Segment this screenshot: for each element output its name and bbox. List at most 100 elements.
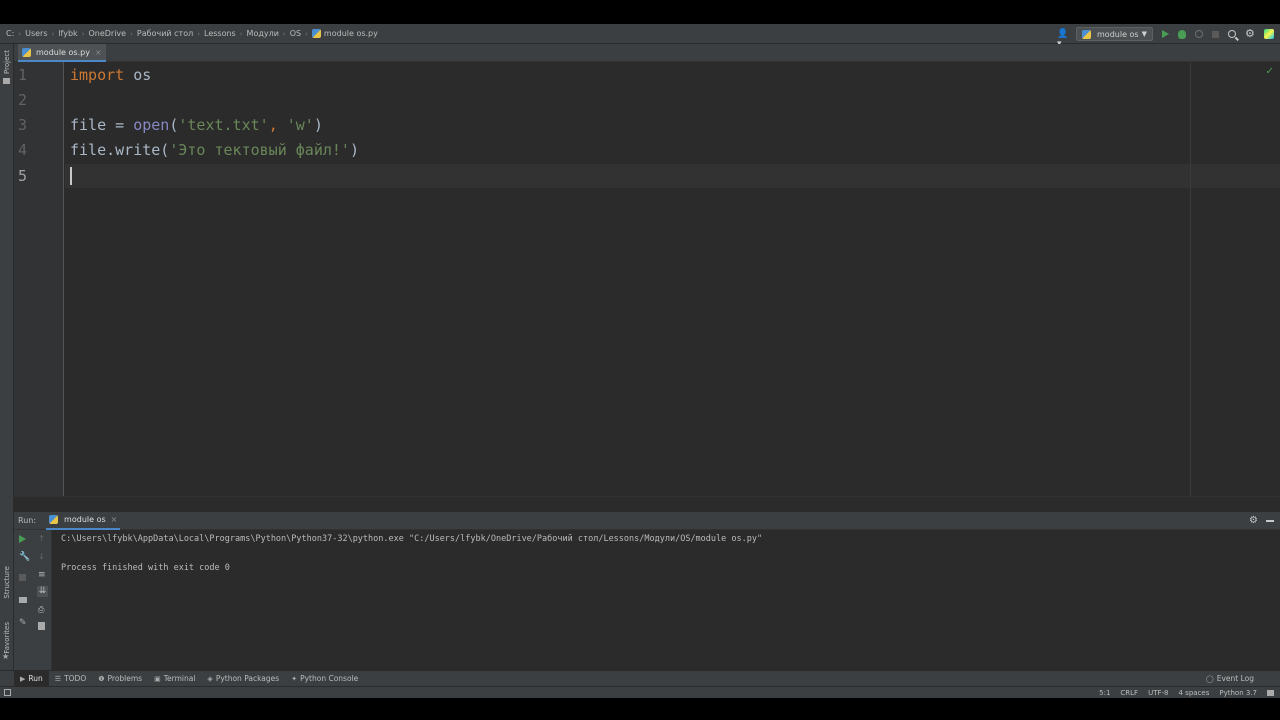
favorites-tool-button[interactable]: Favorites — [3, 622, 11, 654]
python-interpreter[interactable]: Python 3.7 — [1219, 689, 1257, 697]
stop-icon[interactable] — [19, 574, 26, 581]
breadcrumb-item[interactable]: OS — [290, 29, 301, 38]
string-token: 'w' — [286, 116, 314, 134]
pin-icon[interactable]: ✎ — [19, 618, 28, 628]
list-icon: ☰ — [54, 674, 62, 683]
info-icon: ❶ — [98, 674, 105, 683]
wrench-icon[interactable]: 🔧 — [19, 552, 30, 562]
tool-window-python-packages[interactable]: ◈ Python Packages — [201, 671, 285, 687]
tool-window-label: Python Packages — [215, 674, 280, 683]
string-token: 'text.txt' — [178, 116, 269, 134]
line-number: 1 — [18, 66, 28, 84]
python-file-icon — [49, 515, 59, 524]
rerun-icon[interactable] — [19, 535, 26, 543]
structure-tool-button[interactable]: Structure — [3, 566, 11, 599]
breadcrumb-item[interactable]: lfybk — [58, 29, 77, 38]
breadcrumb: C: › Users › lfybk › OneDrive › Рабочий стол… — [0, 29, 378, 38]
lock-icon[interactable] — [1267, 689, 1274, 696]
indent-setting[interactable]: 4 spaces — [1179, 689, 1210, 697]
arrow-down-icon[interactable]: ↓ — [38, 552, 47, 561]
code-token: file.write( — [70, 141, 170, 159]
code-line: import os — [70, 66, 151, 84]
breadcrumb-item[interactable]: Lessons — [204, 29, 236, 38]
python-file-icon — [1082, 29, 1092, 39]
line-number: 5 — [18, 167, 28, 185]
gear-icon[interactable]: ⚙ — [1245, 28, 1255, 39]
tool-window-label: Problems — [107, 674, 143, 683]
top-black-bar — [0, 0, 1280, 24]
python-file-icon — [311, 29, 321, 38]
close-icon[interactable]: × — [95, 48, 102, 57]
tool-window-todo[interactable]: ☰ TODO — [49, 671, 92, 687]
scroll-to-end-icon[interactable]: ⇊ — [37, 586, 48, 597]
status-layout-icon[interactable] — [4, 689, 11, 696]
bottom-black-bar — [0, 698, 1280, 720]
nav-toolbar: 👤▾ module os ▼ ⚙ — [1057, 24, 1274, 49]
run-toolbar-secondary: ↑ ↓ ≡ ⇊ ⎙ — [33, 530, 52, 670]
debug-icon[interactable] — [1178, 29, 1186, 39]
string-token: 'Это тектовый файл!' — [169, 141, 350, 159]
play-icon: ▶ — [20, 674, 26, 683]
line-number-gutter: 1 2 3 4 5 — [14, 62, 64, 496]
tab-module-os[interactable]: module os.py × — [18, 44, 106, 62]
chevron-down-icon: ▼ — [1141, 30, 1147, 38]
tool-window-problems[interactable]: ❶ Problems — [92, 671, 148, 687]
line-number: 2 — [18, 91, 28, 109]
console-output-line: Process finished with exit code 0 — [61, 563, 230, 573]
arrow-up-icon[interactable]: ↑ — [38, 534, 47, 543]
tool-window-label: TODO — [64, 674, 87, 683]
breadcrumb-separator: › — [81, 29, 85, 38]
coverage-icon[interactable] — [1195, 30, 1203, 38]
code-token: ) — [349, 141, 359, 159]
run-icon[interactable] — [1162, 30, 1169, 38]
breadcrumb-separator: › — [51, 29, 55, 38]
tool-window-terminal[interactable]: ▣ Terminal — [148, 671, 201, 687]
breadcrumb-separator: › — [239, 29, 243, 38]
python-icon: ✦ — [291, 674, 298, 683]
breadcrumb-item-file[interactable]: module os.py — [311, 29, 378, 38]
breadcrumb-separator: › — [282, 29, 286, 38]
python-file-icon — [22, 47, 31, 57]
line-separator[interactable]: CRLF — [1120, 689, 1138, 697]
event-log-button[interactable]: ◯ Event Log — [1200, 671, 1260, 687]
packages-icon: ◈ — [207, 674, 213, 683]
breadcrumb-item[interactable]: Модули — [247, 29, 279, 38]
tool-window-run[interactable]: ▶ Run — [14, 670, 49, 687]
line-number: 3 — [18, 116, 28, 134]
run-config-selector[interactable]: module os ▼ — [1076, 27, 1153, 41]
layout-icon[interactable] — [19, 597, 27, 603]
terminal-icon: ▣ — [154, 674, 161, 683]
trash-icon[interactable] — [38, 622, 45, 630]
run-tab-module-os[interactable]: module os × — [46, 512, 121, 530]
check-icon[interactable]: ✓ — [1266, 66, 1274, 77]
cursor-position[interactable]: 5:1 — [1099, 689, 1110, 697]
search-icon[interactable] — [1228, 30, 1236, 38]
user-icon[interactable]: 👤▾ — [1057, 29, 1068, 49]
print-icon[interactable]: ⎙ — [38, 605, 47, 614]
panel-separator[interactable] — [14, 496, 1280, 512]
breadcrumb-separator: › — [130, 29, 133, 38]
breadcrumb-item[interactable]: Users — [25, 29, 47, 38]
soft-wrap-icon[interactable]: ≡ — [38, 570, 47, 580]
minimize-icon[interactable] — [1266, 520, 1274, 522]
tool-window-label: Terminal — [163, 674, 196, 683]
breadcrumb-item[interactable]: C: — [6, 29, 14, 38]
tool-window-python-console[interactable]: ✦ Python Console — [285, 671, 364, 687]
keyword-token: import — [70, 66, 125, 84]
code-token: , — [268, 116, 287, 134]
breadcrumb-item[interactable]: OneDrive — [88, 29, 126, 38]
run-tab-label: module os — [64, 515, 106, 524]
run-toolbar-primary: 🔧 ✎ — [14, 530, 33, 670]
tab-label: module os.py — [36, 47, 90, 57]
close-icon[interactable]: × — [111, 515, 118, 524]
file-encoding[interactable]: UTF-8 — [1148, 689, 1168, 697]
jetbrains-logo-icon[interactable] — [1264, 29, 1274, 39]
code-editor[interactable]: 1 2 3 4 5 ✓ import os file = open('text.… — [14, 62, 1280, 496]
breadcrumb-separator: › — [197, 29, 201, 38]
gear-icon[interactable]: ⚙ — [1249, 515, 1258, 526]
breadcrumb-item[interactable]: Рабочий стол — [137, 29, 193, 38]
current-line-highlight — [65, 164, 1280, 188]
project-tool-button[interactable]: Project — [3, 50, 11, 74]
code-token: file = — [70, 116, 134, 134]
stop-icon[interactable] — [1212, 30, 1219, 38]
